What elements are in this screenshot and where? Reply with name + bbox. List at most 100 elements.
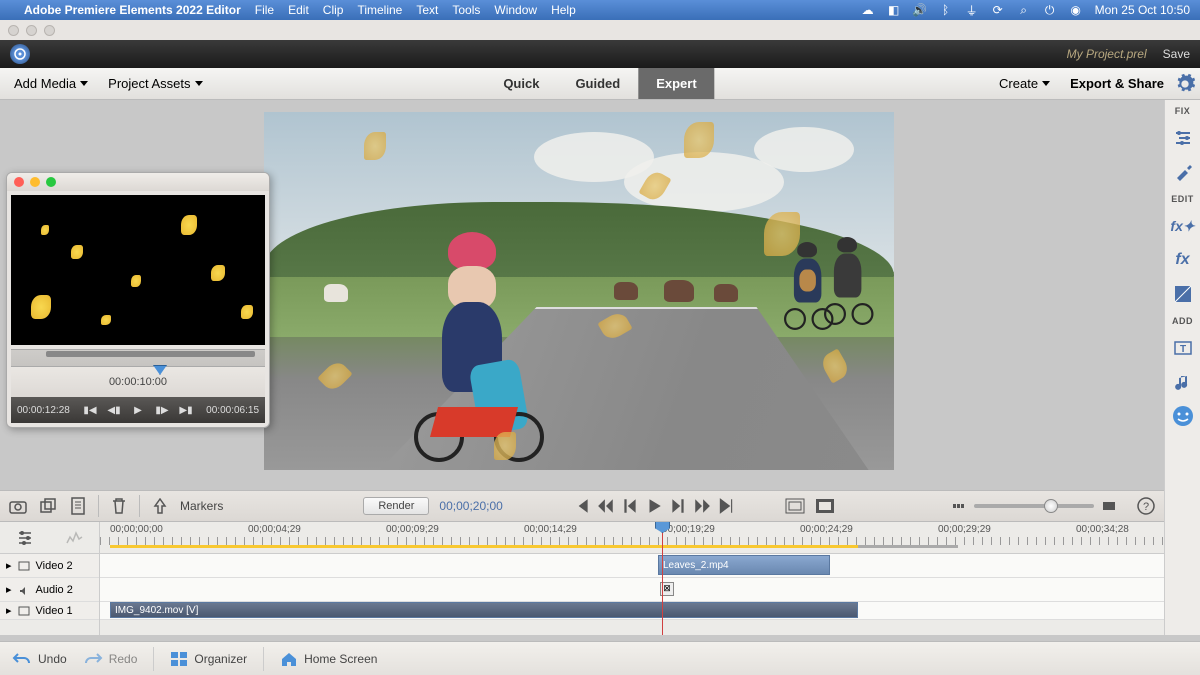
program-monitor[interactable] [264, 112, 894, 470]
play-icon[interactable] [645, 497, 663, 515]
expand-icon[interactable]: ▸ [6, 583, 12, 596]
menu-edit[interactable]: Edit [288, 3, 309, 17]
music-icon[interactable] [1171, 370, 1195, 394]
source-ruler[interactable] [11, 349, 265, 367]
home-button[interactable]: Home Screen [280, 651, 377, 667]
maximize-window-icon[interactable] [44, 25, 55, 36]
spotlight-icon[interactable]: ⌕ [1017, 3, 1031, 17]
volume-icon[interactable]: 🔊 [913, 3, 927, 17]
track-video1[interactable]: IMG_9402.mov [V] [100, 602, 1164, 620]
bluetooth-icon[interactable]: ᛒ [939, 3, 953, 17]
menu-file[interactable]: File [255, 3, 274, 17]
fx-icon[interactable]: fx [1171, 248, 1195, 272]
work-area-bar[interactable] [858, 545, 958, 548]
source-playhead-icon[interactable] [153, 365, 167, 375]
transition-icon[interactable] [1171, 282, 1195, 306]
minimize-window-icon[interactable] [26, 25, 37, 36]
title-icon[interactable]: T [1171, 336, 1195, 360]
track-headers: ▸ Video 2 ▸ Audio 2 ▸ Video 1 [0, 522, 100, 635]
step-forward-icon[interactable]: ▮▶ [154, 403, 170, 417]
goto-out-icon[interactable] [717, 497, 735, 515]
step-back-icon[interactable]: ◀▮ [106, 403, 122, 417]
menu-window[interactable]: Window [494, 3, 537, 17]
fx-star-icon[interactable]: fx✦ [1171, 214, 1195, 238]
right-sidebar: FIX EDIT fx✦ fx ADD T [1164, 100, 1200, 635]
rewind-icon[interactable] [597, 497, 615, 515]
goto-in-icon[interactable] [573, 497, 591, 515]
zoom-out-icon[interactable] [952, 501, 966, 511]
zoom-in-icon[interactable] [1102, 501, 1116, 511]
timeline-tracks[interactable]: 00;00;00;00 00;00;04;29 00;00;09;29 00;0… [100, 522, 1164, 635]
maximize-panel-icon[interactable] [46, 177, 56, 187]
source-video[interactable] [11, 195, 265, 345]
track-label: Video 2 [36, 560, 73, 572]
notification-icon[interactable]: ◧ [887, 3, 901, 17]
siri-icon[interactable]: ◉ [1069, 3, 1083, 17]
fullscreen-icon[interactable] [815, 496, 835, 516]
add-media-button[interactable]: Add Media [4, 70, 98, 97]
safe-margins-icon[interactable] [785, 496, 805, 516]
control-center-icon[interactable]: ⏻ [1043, 3, 1057, 17]
camera-icon[interactable] [8, 496, 28, 516]
fast-forward-icon[interactable] [693, 497, 711, 515]
goto-end-icon[interactable]: ▶▮ [178, 403, 194, 417]
clip-img[interactable]: IMG_9402.mov [V] [110, 602, 858, 618]
graphics-icon[interactable] [1171, 404, 1195, 428]
cloud-icon[interactable]: ☁ [861, 3, 875, 17]
redo-button[interactable]: Redo [83, 651, 138, 667]
timeline-ruler[interactable]: 00;00;00;00 00;00;04;29 00;00;09;29 00;0… [100, 522, 1164, 554]
close-panel-icon[interactable] [14, 177, 24, 187]
track-audio2[interactable]: ⊠ [100, 578, 1164, 602]
track-header-audio2[interactable]: ▸ Audio 2 [0, 578, 99, 602]
properties-icon[interactable] [68, 496, 88, 516]
tab-quick[interactable]: Quick [485, 68, 557, 99]
tools-icon[interactable] [1171, 160, 1195, 184]
menu-timeline[interactable]: Timeline [357, 3, 402, 17]
expand-icon[interactable]: ▸ [6, 604, 12, 617]
goto-start-icon[interactable]: ▮◀ [82, 403, 98, 417]
timeline-settings-icon[interactable] [16, 529, 34, 547]
project-assets-button[interactable]: Project Assets [98, 70, 212, 97]
zoom-slider[interactable] [974, 504, 1094, 508]
timeline-timecode[interactable]: 00;00;20;00 [439, 499, 502, 513]
adjust-icon[interactable] [1171, 126, 1195, 150]
zoom-thumb[interactable] [1044, 499, 1058, 513]
source-monitor-panel[interactable]: 00:00:10:00 00:00:12:28 ▮◀ ◀▮ ▶ ▮▶ ▶▮ 00… [6, 172, 270, 428]
markers-label[interactable]: Markers [180, 499, 223, 513]
track-header-video2[interactable]: ▸ Video 2 [0, 554, 99, 578]
export-share-button[interactable]: Export & Share [1060, 70, 1174, 97]
source-panel-header[interactable] [7, 173, 269, 191]
clock[interactable]: Mon 25 Oct 10:50 [1095, 3, 1190, 17]
trash-icon[interactable] [109, 496, 129, 516]
clip-leaves[interactable]: Leaves_2.mp4 [658, 555, 830, 575]
undo-button[interactable]: Undo [12, 651, 67, 667]
gear-icon[interactable] [1174, 73, 1196, 95]
audio-meter-icon[interactable] [65, 529, 83, 547]
menu-tools[interactable]: Tools [452, 3, 480, 17]
track-header-video1[interactable]: ▸ Video 1 [0, 602, 99, 620]
track-video2[interactable]: Leaves_2.mp4 [100, 554, 1164, 578]
tab-guided[interactable]: Guided [557, 68, 638, 99]
app-name[interactable]: Adobe Premiere Elements 2022 Editor [24, 3, 241, 17]
menu-text[interactable]: Text [416, 3, 438, 17]
close-window-icon[interactable] [8, 25, 19, 36]
duplicate-icon[interactable] [38, 496, 58, 516]
help-icon[interactable]: ? [1136, 496, 1156, 516]
create-button[interactable]: Create [989, 70, 1060, 97]
menu-clip[interactable]: Clip [323, 3, 344, 17]
play-icon[interactable]: ▶ [130, 403, 146, 417]
tab-expert[interactable]: Expert [638, 68, 714, 99]
marker-icon[interactable] [150, 496, 170, 516]
menu-help[interactable]: Help [551, 3, 576, 17]
step-forward-icon[interactable] [669, 497, 687, 515]
organizer-button[interactable]: Organizer [170, 651, 247, 667]
step-back-icon[interactable] [621, 497, 639, 515]
wifi-icon[interactable]: ⏚ [965, 3, 979, 17]
source-current-time: 00:00:12:28 [17, 405, 70, 416]
sync-icon[interactable]: ⟳ [991, 3, 1005, 17]
save-button[interactable]: Save [1163, 47, 1190, 61]
timeline-playhead[interactable] [662, 522, 663, 635]
expand-icon[interactable]: ▸ [6, 559, 12, 572]
render-button[interactable]: Render [363, 497, 429, 515]
minimize-panel-icon[interactable] [30, 177, 40, 187]
